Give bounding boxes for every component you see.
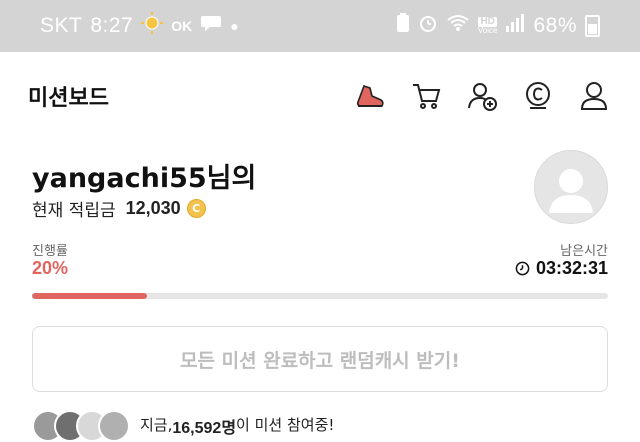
profile-section: yangachi55님의 현재 적립금 12,030 C — [32, 150, 608, 232]
status-bar: SKT 8:27 OK ● HD Voice 68% — [0, 0, 640, 52]
avatar[interactable] — [534, 150, 608, 224]
remaining-time-value: 03:32:31 — [535, 258, 608, 278]
network-status-icon: OK — [171, 18, 193, 34]
voice-label: Voice — [477, 26, 498, 35]
progress-track — [32, 293, 608, 299]
participants-prefix: 지금, — [140, 416, 173, 434]
participants-text: 지금, 16,592명 이 미션 참여중! — [140, 414, 334, 438]
weather-sun-icon — [141, 12, 164, 40]
complete-all-missions-button[interactable]: 모든 미션 완료하고 랜덤캐시 받기! — [32, 326, 608, 392]
user-greeting: yangachi55님의 — [32, 163, 257, 194]
header-actions — [354, 80, 610, 112]
signal-icon — [505, 14, 525, 38]
add-friend-icon[interactable] — [466, 80, 498, 112]
participants-count: 16,592명 — [172, 420, 237, 437]
app-header: 미션보드 — [0, 52, 640, 140]
progress-value: 20% — [32, 258, 69, 278]
participant-avatar — [98, 410, 130, 442]
points-summary: 현재 적립금 12,030 C — [32, 196, 206, 221]
clock-icon — [515, 261, 530, 276]
page-title: 미션보드 — [28, 86, 109, 111]
sneaker-icon[interactable] — [354, 80, 386, 112]
battery-icon — [585, 15, 600, 37]
progress-fill — [32, 293, 148, 299]
notification-dot-icon: ● — [230, 18, 239, 34]
progress-section: 진행률 20% 남은시간 03:32:31 — [32, 238, 608, 308]
alarm-icon — [418, 13, 438, 39]
chat-bubble-icon — [200, 14, 222, 38]
hd-voice-icon: HD Voice — [478, 17, 498, 35]
participant-avatars — [32, 410, 130, 442]
coin-icon[interactable] — [522, 80, 554, 112]
cart-icon[interactable] — [410, 80, 442, 112]
participants-suffix: 이 미션 참여중! — [236, 416, 335, 434]
points-value: 12,030 — [125, 198, 181, 218]
wifi-icon — [446, 14, 470, 38]
participants-row: 지금, 16,592명 이 미션 참여중! — [32, 410, 334, 442]
remaining-time-label: 남은시간 — [560, 244, 608, 259]
progress-label: 진행률 — [32, 244, 68, 259]
phone-battery-saver-icon — [396, 13, 410, 39]
remaining-time: 03:32:31 — [515, 258, 608, 279]
battery-percent: 68% — [533, 14, 577, 37]
status-bar-left: SKT 8:27 OK ● — [40, 12, 239, 40]
status-bar-right: HD Voice 68% — [396, 13, 600, 39]
clock-time: 8:27 — [90, 14, 134, 37]
coin-badge-icon: C — [186, 199, 206, 218]
carrier-label: SKT — [40, 14, 83, 37]
profile-icon[interactable] — [578, 80, 610, 112]
points-label: 현재 적립금 — [32, 201, 116, 221]
